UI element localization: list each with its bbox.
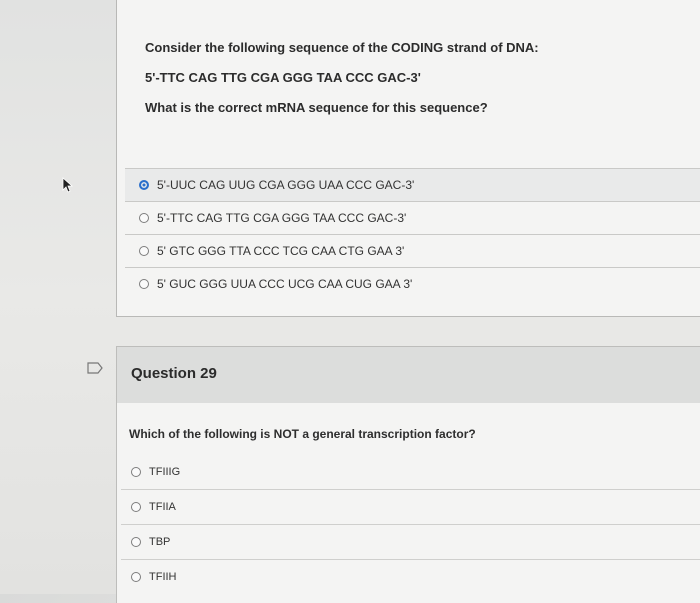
quiz-page: Consider the following sequence of the C… [0, 0, 700, 603]
radio-icon[interactable] [131, 502, 141, 512]
option-label: TFIIIG [149, 466, 181, 478]
option-tbp[interactable]: TBP [121, 524, 700, 559]
radio-icon[interactable] [139, 213, 149, 223]
radio-icon[interactable] [131, 572, 141, 582]
answer-option-2[interactable]: 5'-TTC CAG TTG CGA GGG TAA CCC GAC-3' [125, 201, 700, 234]
option-label: TFIIH [149, 571, 177, 583]
option-tfiih[interactable]: TFIIH [121, 559, 700, 594]
question-prompt-line-3: What is the correct mRNA sequence for th… [145, 100, 488, 115]
answer-option-3[interactable]: 5' GTC GGG TTA CCC TCG CAA CTG GAA 3' [125, 234, 700, 267]
previous-question-card: Consider the following sequence of the C… [116, 0, 700, 317]
question-title: Question 29 [131, 365, 217, 382]
option-label: TFIIA [149, 501, 176, 513]
answer-label: 5' GTC GGG TTA CCC TCG CAA CTG GAA 3' [157, 244, 405, 258]
answer-option-4[interactable]: 5' GUC GGG UUA CCC UCG CAA CUG GAA 3' [125, 267, 700, 300]
question-prompt-line-1: Consider the following sequence of the C… [145, 40, 539, 55]
question-body: Which of the following is NOT a general … [116, 403, 700, 603]
option-list: TFIIIG TFIIA TBP TFIIH [121, 455, 700, 594]
radio-icon[interactable] [139, 246, 149, 256]
question-header: Question 29 [116, 346, 700, 404]
option-tfiia[interactable]: TFIIA [121, 489, 700, 524]
radio-icon[interactable] [131, 467, 141, 477]
question-text: Which of the following is NOT a general … [129, 427, 476, 441]
dna-sequence: 5'-TTC CAG TTG CGA GGG TAA CCC GAC-3' [145, 70, 421, 85]
flag-icon[interactable] [87, 362, 103, 374]
option-label: TBP [149, 536, 171, 548]
answer-label: 5' GUC GGG UUA CCC UCG CAA CUG GAA 3' [157, 277, 413, 291]
radio-icon[interactable] [139, 279, 149, 289]
option-tfiiig[interactable]: TFIIIG [121, 455, 700, 489]
answer-list: 5'-UUC CAG UUG CGA GGG UAA CCC GAC-3' 5'… [125, 168, 700, 300]
answer-label: 5'-TTC CAG TTG CGA GGG TAA CCC GAC-3' [157, 211, 407, 225]
radio-selected-icon[interactable] [139, 180, 149, 190]
radio-icon[interactable] [131, 537, 141, 547]
answer-option-1[interactable]: 5'-UUC CAG UUG CGA GGG UAA CCC GAC-3' [125, 168, 700, 201]
answer-label: 5'-UUC CAG UUG CGA GGG UAA CCC GAC-3' [157, 178, 415, 192]
mouse-pointer-icon [62, 177, 74, 193]
